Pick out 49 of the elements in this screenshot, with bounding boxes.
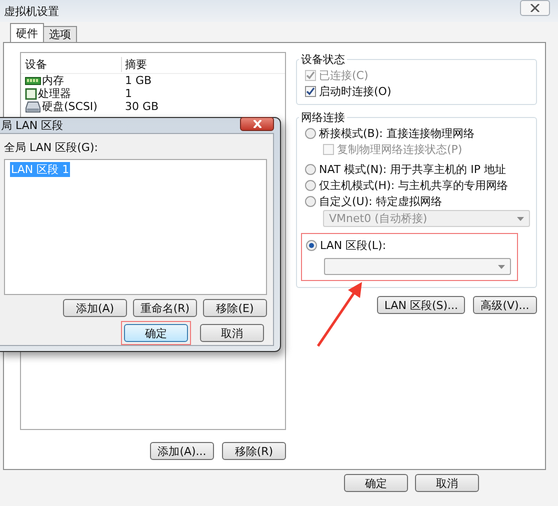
- window-title: 虚拟机设置: [4, 4, 59, 18]
- tab[interactable]: 硬件: [10, 23, 44, 42]
- list-label: 全局 LAN 区段(G):: [4, 140, 99, 155]
- chip-icon: [25, 88, 37, 100]
- dropdown-arrow-icon: [517, 216, 524, 220]
- list-button[interactable]: 添加(A): [63, 299, 127, 317]
- list-button[interactable]: 重命名(R): [133, 299, 197, 317]
- device-button[interactable]: 移除(R): [222, 442, 286, 460]
- list-button[interactable]: 移除(E): [203, 299, 267, 317]
- network-button[interactable]: LAN 区段(S)...: [377, 296, 465, 314]
- device-summary: 1 GB: [124, 74, 152, 87]
- dialog-button[interactable]: 取消: [415, 474, 479, 492]
- dialog-button[interactable]: 取消: [200, 324, 264, 342]
- radio-label: 自定义(U): 特定虚拟网络: [319, 194, 442, 208]
- checkbox-label: 复制物理网络连接状态(P): [337, 142, 462, 156]
- radio-label: NAT 模式(N): 用于共享主机的 IP 地址: [319, 162, 506, 176]
- radio-label: 仅主机模式(H): 与主机共享的专用网络: [319, 178, 508, 192]
- close-icon: [530, 4, 540, 12]
- close-icon: [252, 120, 262, 128]
- close-button[interactable]: [520, 0, 550, 16]
- tab[interactable]: 选项: [43, 26, 77, 42]
- radio-label: 桥接模式(B): 直接连接物理网络: [319, 126, 474, 140]
- device-name: 硬盘(SCSI): [42, 99, 98, 114]
- dialog-button[interactable]: 确定: [344, 474, 408, 492]
- dialog-button[interactable]: 确定: [124, 324, 188, 342]
- device-name: 处理器: [38, 86, 71, 101]
- network-button[interactable]: 高级(V)...: [473, 296, 537, 314]
- radio-button[interactable]: [305, 164, 316, 174]
- radio-button[interactable]: [306, 240, 317, 250]
- dialog-title: 局 LAN 区段: [1, 118, 64, 133]
- column-header: 设备: [24, 56, 48, 72]
- dropdown-arrow-icon: [498, 264, 505, 268]
- device-summary: 1: [124, 87, 132, 100]
- radio-button[interactable]: [305, 180, 316, 190]
- radio-button[interactable]: [305, 128, 316, 138]
- group-title: 设备状态: [299, 52, 347, 67]
- radio-button[interactable]: [305, 196, 316, 206]
- device-summary: 30 GB: [124, 100, 159, 113]
- checkbox-label: 启动时连接(O): [319, 84, 392, 98]
- column-header: 摘要: [121, 56, 147, 72]
- close-button[interactable]: [240, 116, 274, 130]
- memory-icon: [25, 76, 41, 86]
- checkbox-label: 已连接(C): [319, 68, 368, 82]
- checkbox[interactable]: [305, 86, 316, 96]
- group-title: 网络连接: [299, 110, 347, 125]
- radio-label: LAN 区段(L):: [320, 238, 386, 252]
- device-button[interactable]: 添加(A)...: [150, 442, 214, 460]
- lan-segment-dropdown[interactable]: [324, 258, 511, 275]
- device-name: 内存: [42, 73, 64, 88]
